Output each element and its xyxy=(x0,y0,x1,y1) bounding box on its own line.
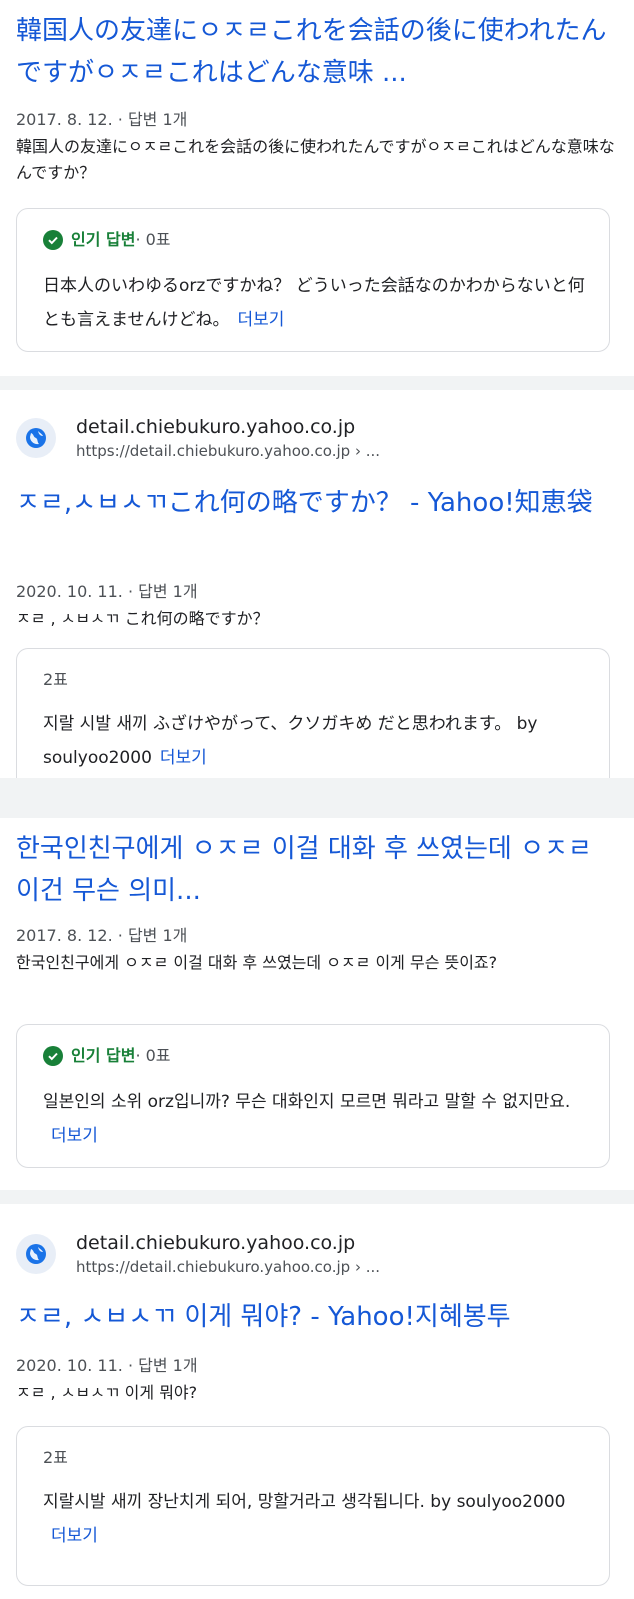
result-4: detail.chiebukuro.yahoo.co.jp https://de… xyxy=(0,1204,634,1599)
answer-card-header: 2표 xyxy=(43,1447,68,1469)
site-url: https://detail.chiebukuro.yahoo.co.jp › … xyxy=(76,1258,381,1276)
result-3: 한국인친구에게 ㅇㅈㄹ 이걸 대화 후 쓰였는데 ㅇㅈㄹ 이건 무슨 의미...… xyxy=(0,818,634,1190)
section-divider xyxy=(0,778,634,818)
answer-text: 지랄시발 새끼 장난치게 되어, 망할거라고 생각됩니다. by soulyoo… xyxy=(43,1492,566,1512)
answer-text-wrap: 日本人のいわゆるorzですかね？ どういった会話なのかわからないと何とも言えませ… xyxy=(43,269,585,337)
result-title[interactable]: 한국인친구에게 ㅇㅈㄹ 이걸 대화 후 쓰였는데 ㅇㅈㄹ 이건 무슨 의미... xyxy=(16,828,618,912)
answer-card[interactable]: 2표 지랄시발 새끼 장난치게 되어, 망할거라고 생각됩니다. by soul… xyxy=(16,1426,610,1586)
site-url: https://detail.chiebukuro.yahoo.co.jp › … xyxy=(76,442,381,460)
result-title[interactable]: 韓国人の友達にㅇㅈㄹこれを会話の後に使われたんですがㅇㅈㄹこれはどんな意味 ..… xyxy=(16,10,618,94)
site-name: detail.chiebukuro.yahoo.co.jp xyxy=(76,416,356,438)
result-meta: 2017. 8. 12. · 답변 1개 xyxy=(16,926,188,945)
check-circle-icon xyxy=(43,230,63,250)
globe-icon xyxy=(16,418,56,458)
answer-text-wrap: 지랄 시발 새끼 ふざけやがって、クソガキめ だと思われます。 by souly… xyxy=(43,707,585,775)
result-1: 韓国人の友達にㅇㅈㄹこれを会話の後に使われたんですがㅇㅈㄹこれはどんな意味 ..… xyxy=(0,0,634,376)
answer-text: 일본인의 소위 orz입니까? 무슨 대화인지 모르면 뭐라고 말할 수 없지만… xyxy=(43,1092,571,1112)
site-info[interactable]: detail.chiebukuro.yahoo.co.jp https://de… xyxy=(16,414,380,462)
vote-count: 2표 xyxy=(43,1448,68,1467)
answer-card[interactable]: 인기 답변 · 0표 日本人のいわゆるorzですかね？ どういった会話なのかわか… xyxy=(16,208,610,352)
vote-count: · 0표 xyxy=(135,1046,171,1065)
result-meta: 2020. 10. 11. · 답변 1개 xyxy=(16,1356,198,1375)
more-link[interactable]: 더보기 xyxy=(51,1126,98,1146)
result-snippet: 韓国人の友達にㅇㅈㄹこれを会話の後に使われたんですがㅇㅈㄹこれはどんな意味なんで… xyxy=(16,137,615,182)
more-link[interactable]: 더보기 xyxy=(238,310,285,330)
check-circle-icon xyxy=(43,1046,63,1066)
answer-card-header: 2표 xyxy=(43,669,68,691)
result-meta: 2020. 10. 11. · 답변 1개 xyxy=(16,582,198,601)
search-results-page: 韓国人の友達にㅇㅈㄹこれを会話の後に使われたんですがㅇㅈㄹこれはどんな意味 ..… xyxy=(0,0,634,1599)
answer-text: 지랄 시발 새끼 ふざけやがって、クソガキめ だと思われます。 by souly… xyxy=(43,714,538,768)
result-snippet: ㅈㄹ , ㅅㅂㅅㄲ 이게 뭐야? xyxy=(16,1383,198,1402)
globe-icon xyxy=(16,1234,56,1274)
answer-text-wrap: 일본인의 소위 orz입니까? 무슨 대화인지 모르면 뭐라고 말할 수 없지만… xyxy=(43,1085,585,1153)
answer-text: 日本人のいわゆるorzですかね？ どういった会話なのかわからないと何とも言えませ… xyxy=(43,276,585,330)
result-title[interactable]: ㅈㄹ,ㅅㅂㅅㄲこれ何の略ですか？ - Yahoo!知恵袋 xyxy=(16,482,618,524)
answer-card-header: 인기 답변 · 0표 xyxy=(43,1045,171,1067)
result-meta: 2017. 8. 12. · 답변 1개 xyxy=(16,110,188,129)
site-name: detail.chiebukuro.yahoo.co.jp xyxy=(76,1232,356,1254)
more-link[interactable]: 더보기 xyxy=(160,748,207,768)
vote-count: · 0표 xyxy=(135,230,171,249)
result-2: detail.chiebukuro.yahoo.co.jp https://de… xyxy=(0,390,634,808)
popular-answer-label: 인기 답변 xyxy=(71,1046,136,1065)
section-divider xyxy=(0,376,634,390)
section-divider xyxy=(0,1190,634,1204)
answer-text-wrap: 지랄시발 새끼 장난치게 되어, 망할거라고 생각됩니다. by soulyoo… xyxy=(43,1485,585,1553)
answer-card[interactable]: 인기 답변 · 0표 일본인의 소위 orz입니까? 무슨 대화인지 모르면 뭐… xyxy=(16,1024,610,1168)
result-title[interactable]: ㅈㄹ, ㅅㅂㅅㄲ 이게 뭐야? - Yahoo!지혜봉투 xyxy=(16,1296,618,1338)
result-snippet: ㅈㄹ , ㅅㅂㅅㄲ これ何の略ですか？ xyxy=(16,609,269,628)
site-info[interactable]: detail.chiebukuro.yahoo.co.jp https://de… xyxy=(16,1230,380,1278)
more-link[interactable]: 더보기 xyxy=(51,1526,98,1546)
answer-card-header: 인기 답변 · 0표 xyxy=(43,229,171,251)
vote-count: 2표 xyxy=(43,670,68,689)
popular-answer-label: 인기 답변 xyxy=(71,230,136,249)
result-snippet: 한국인친구에게 ㅇㅈㄹ 이걸 대화 후 쓰였는데 ㅇㅈㄹ 이게 무슨 뜻이죠? xyxy=(16,953,498,972)
